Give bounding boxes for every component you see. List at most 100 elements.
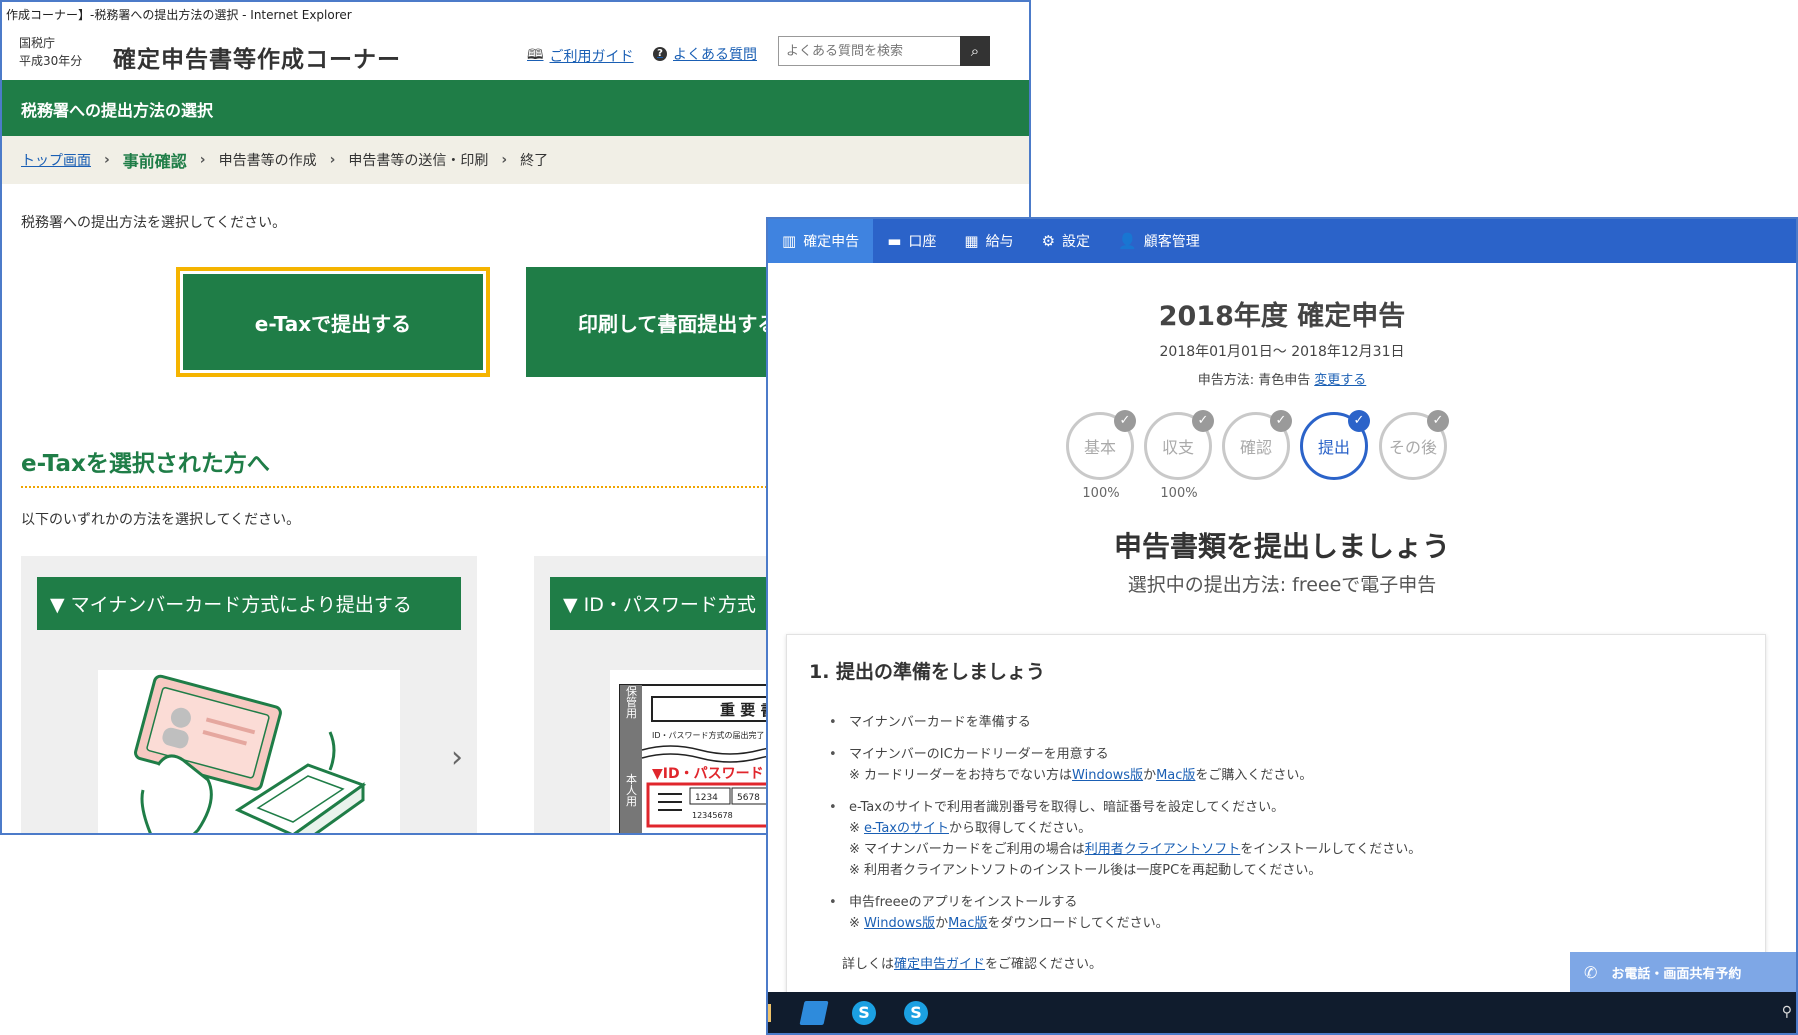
mynumber-card-title[interactable]: ▼ マイナンバーカード方式により提出する (37, 577, 461, 630)
call-reservation-label: お電話・画面共有予約 (1611, 966, 1742, 982)
chevron-right-icon: › (199, 152, 206, 168)
chevron-right-icon: › (104, 152, 110, 168)
check-icon: ✓ (1348, 410, 1370, 432)
item-text: 申告freeeのアプリをインストールする (849, 895, 1078, 910)
breadcrumb-top-link[interactable]: トップ画面 (21, 150, 91, 170)
note-text: ※ (849, 821, 865, 836)
step-percent (1222, 486, 1292, 502)
nav-tab-label: 顧客管理 (1143, 234, 1200, 250)
note-text: ※ カードリーダーをお持ちでない方は (849, 768, 1073, 783)
step-label: 基本 (1083, 438, 1116, 457)
item-note: ※ Windows版かMac版をダウンロードしてください。 (849, 913, 1421, 934)
site-header: 国税庁 平成30年分 確定申告書等作成コーナー 🕮 ご利用ガイド ? よくある質… (2, 28, 1029, 80)
etax-submit-button[interactable]: e-Taxで提出する (176, 267, 490, 377)
page-banner: 税務署への提出方法の選択 (2, 80, 1029, 136)
step-submit[interactable]: 提出 ✓ (1300, 410, 1370, 502)
step-review[interactable]: 確認 ✓ (1222, 410, 1292, 502)
question-icon: ? (653, 47, 667, 61)
app-title: 確定申告書等作成コーナー (113, 47, 401, 73)
document-number: 5678 (737, 793, 760, 803)
item-note: ※ e-Taxのサイトから取得してください。 (849, 818, 1421, 839)
check-icon: ✓ (1114, 410, 1136, 432)
gear-icon: ⚙ (1041, 232, 1056, 250)
faq-search-input[interactable] (778, 36, 960, 66)
taskbar: S S ⚲ (768, 992, 1796, 1033)
nav-tab-account[interactable]: ▬ 口座 (873, 219, 950, 263)
document-side-top: 保管用 (625, 684, 638, 719)
filing-method: 申告方法: 青色申告 変更する (768, 369, 1796, 388)
check-icon: ✓ (1270, 410, 1292, 432)
step-circle: 収支 ✓ (1144, 410, 1214, 480)
change-method-link[interactable]: 変更する (1314, 373, 1366, 388)
chevron-right-icon: › (501, 152, 508, 168)
call-reservation-button[interactable]: ✆ お電話・画面共有予約 (1570, 952, 1796, 992)
check-icon: ✓ (1427, 410, 1449, 432)
list-item: e-Taxのサイトで利用者識別番号を取得し、暗証番号を設定してください。 ※ e… (829, 797, 1421, 881)
card-icon: ▬ (887, 232, 902, 250)
tax-year: 平成30年分 (19, 54, 83, 68)
calendar-icon: ▦ (964, 232, 979, 250)
client-software-link[interactable]: 利用者クライアントソフト (1085, 842, 1240, 857)
check-icon: ✓ (1192, 410, 1214, 432)
note-text: 詳しくは (842, 957, 895, 972)
item-text: e-Taxのサイトで利用者識別番号を取得し、暗証番号を設定してください。 (849, 800, 1285, 815)
breadcrumb-step: 終了 (520, 153, 549, 169)
main-heading: 申告書類を提出しましょう (1113, 530, 1450, 563)
window-titlebar: 作成コーナー】-税務署への提出方法の選択 - Internet Explorer (6, 8, 352, 22)
windows-app-link[interactable]: Windows版 (864, 916, 935, 931)
nav-tab-label: 口座 (908, 234, 937, 250)
note-text: をご確認ください。 (985, 957, 1103, 972)
step-label: その後 (1388, 438, 1437, 457)
document-id: 12345678 (692, 811, 733, 820)
etax-site-link[interactable]: e-Taxのサイト (864, 821, 949, 836)
chevron-right-icon[interactable]: › (451, 740, 463, 775)
search-button[interactable]: ⌕ (960, 36, 990, 66)
nav-tab-tax-return[interactable]: ▥ 確定申告 (768, 219, 874, 263)
item-note: ※ カードリーダーをお持ちでない方はWindows版かMac版をご購入ください。 (849, 765, 1421, 786)
list-item: マイナンバーのICカードリーダーを用意する ※ カードリーダーをお持ちでない方は… (829, 744, 1421, 786)
agency-block: 国税庁 平成30年分 (19, 34, 82, 70)
taskbar-edge (768, 1004, 771, 1022)
step-label: 収支 (1161, 438, 1194, 457)
page-title: 2018年度 確定申告 (1158, 301, 1406, 332)
nav-tab-salary[interactable]: ▦ 給与 (950, 219, 1027, 263)
faq-link[interactable]: ? よくある質問 (653, 44, 757, 64)
mac-reader-link[interactable]: Mac版 (1156, 768, 1195, 783)
intro-text: 税務署への提出方法を選択してください。 (21, 215, 287, 231)
step-circle: 確認 ✓ (1222, 410, 1292, 480)
nav-tab-label: 給与 (985, 234, 1014, 250)
note-text: ※ マイナンバーカードをご利用の場合は (849, 842, 1085, 857)
fiscal-period: 2018年01月01日〜 2018年12月31日 (1159, 344, 1405, 360)
user-tray-icon[interactable]: ⚲ (1782, 1004, 1792, 1020)
nav-tab-settings[interactable]: ⚙ 設定 (1028, 219, 1104, 263)
breadcrumb-step: 申告書等の送信・印刷 (348, 153, 489, 169)
tax-guide-link[interactable]: 確定申告ガイド (894, 957, 985, 972)
step-label: 提出 (1317, 438, 1350, 457)
item-note: ※ マイナンバーカードをご利用の場合は利用者クライアントソフトをインストールして… (849, 839, 1421, 860)
guide-link-label: ご利用ガイド (549, 49, 634, 65)
note-text: か (935, 916, 949, 931)
nav-tab-clients[interactable]: 👤 顧客管理 (1104, 219, 1214, 263)
faq-link-label: よくある質問 (673, 47, 757, 63)
mac-app-link[interactable]: Mac版 (948, 916, 987, 931)
note-text: をインストールしてください。 (1240, 842, 1422, 857)
step-income-expense[interactable]: 収支 ✓ 100% (1144, 410, 1214, 502)
guide-link[interactable]: 🕮 ご利用ガイド (527, 44, 634, 68)
note-text: か (1143, 768, 1157, 783)
skype-icon[interactable]: S (852, 1001, 876, 1025)
step-percent (1300, 486, 1370, 502)
skype-icon[interactable]: S (904, 1001, 928, 1025)
faq-search: ⌕ (778, 36, 990, 66)
step-after[interactable]: その後 ✓ (1379, 410, 1449, 502)
step-basic[interactable]: 基本 ✓ 100% (1066, 410, 1136, 502)
section-subtitle: 以下のいずれかの方法を選択してください。 (21, 512, 301, 528)
note-text: ※ (849, 916, 865, 931)
item-text: マイナンバーカードを準備する (849, 715, 1031, 730)
search-icon: ⌕ (970, 42, 980, 60)
mynumber-card-option[interactable]: ▼ マイナンバーカード方式により提出する › (21, 556, 477, 833)
step-label: 確認 (1239, 438, 1272, 457)
app-taskbar-icon[interactable] (799, 1001, 829, 1025)
breadcrumb: トップ画面 › 事前確認 › 申告書等の作成 › 申告書等の送信・印刷 › 終了 (2, 136, 1029, 184)
windows-reader-link[interactable]: Windows版 (1072, 768, 1143, 783)
step-circle: その後 ✓ (1379, 410, 1449, 480)
